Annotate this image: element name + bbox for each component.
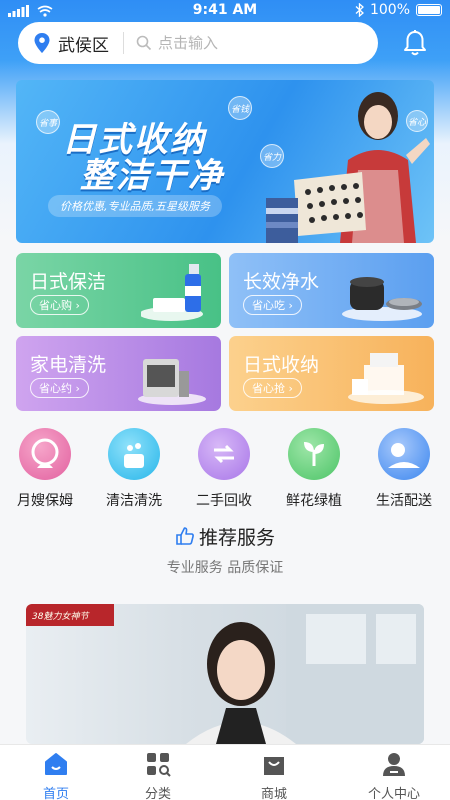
search-bar[interactable]: 武侯区 <box>18 22 378 64</box>
nanny-icon[interactable] <box>19 428 71 480</box>
recommend-subtitle: 专业服务 品质保证 <box>166 560 284 576</box>
cleaning-icon[interactable] <box>108 428 160 480</box>
search-icon <box>136 35 152 51</box>
battery-percent: 100% <box>369 2 410 18</box>
service-label: 月嫂保姆 <box>17 493 73 509</box>
recommend-photo[interactable]: 38魅力女神节 <box>26 604 424 744</box>
category-icon <box>147 753 171 777</box>
location-label[interactable]: 武侯区 <box>58 31 109 56</box>
tab-label: 个人中心 <box>367 787 420 800</box>
service-delivery[interactable]: 生活配送 <box>359 428 449 510</box>
tab-label: 分类 <box>144 787 171 800</box>
tab-label: 首页 <box>42 787 69 800</box>
rice-cooker-icon <box>342 277 422 321</box>
banner-bubble: 省事 <box>36 110 60 134</box>
thumbs-up-icon <box>176 527 194 545</box>
search-divider <box>123 32 124 54</box>
search-input[interactable] <box>158 34 338 52</box>
card-title: 日式保洁 <box>30 271 107 293</box>
card-button[interactable]: 省心约 › <box>30 378 89 398</box>
promo-banner[interactable]: 省事 省钱 省力 省心 <box>16 80 434 243</box>
home-icon <box>45 753 67 775</box>
shopping-bag-icon <box>264 757 284 775</box>
banner-bubble: 省心 <box>406 110 428 132</box>
service-cleaning[interactable]: 清洁清洗 <box>89 428 179 510</box>
card-button[interactable]: 省心购 › <box>30 295 89 315</box>
banner-illustration <box>266 92 430 243</box>
tab-label: 商城 <box>260 787 287 800</box>
card-japanese-cleaning[interactable]: 日式保洁 省心购 › <box>16 253 221 328</box>
banner-bubble: 省钱 <box>228 96 252 120</box>
card-appliance-cleaning[interactable]: 家电清洗 省心约 › <box>16 336 221 411</box>
service-label: 鲜花绿植 <box>286 493 342 509</box>
service-nanny[interactable]: 月嫂保姆 <box>0 428 90 510</box>
plant-icon[interactable] <box>288 428 340 480</box>
banner-bubble: 省力 <box>260 144 284 168</box>
card-title: 家电清洗 <box>30 354 107 376</box>
user-icon <box>383 753 405 776</box>
service-label: 二手回收 <box>196 493 252 509</box>
coffee-machine-icon <box>138 359 206 405</box>
delivery-icon[interactable] <box>378 428 430 480</box>
card-button[interactable]: 省心抢 › <box>243 378 302 398</box>
card-water-purify[interactable]: 长效净水 省心吃 › <box>229 253 434 328</box>
battery-icon <box>416 4 442 16</box>
service-label: 生活配送 <box>376 493 432 509</box>
card-button[interactable]: 省心吃 › <box>243 295 302 315</box>
cleaning-spray-icon <box>141 264 203 321</box>
service-recycle[interactable]: 二手回收 <box>179 428 269 510</box>
card-title: 长效净水 <box>243 271 320 293</box>
recycle-icon[interactable] <box>198 428 250 480</box>
status-bar: 9:41 AM 100% <box>0 0 450 22</box>
status-right: 100% <box>355 2 442 18</box>
banner-title-line2: 整洁干净 <box>80 156 224 196</box>
tab-mall[interactable]: 商城 <box>218 745 330 800</box>
tab-profile[interactable]: 个人中心 <box>338 745 450 800</box>
card-japanese-storage[interactable]: 日式收纳 省心抢 › <box>229 336 434 411</box>
bottom-tab-bar: 首页 分类 商城 个人中心 <box>0 744 450 800</box>
bell-icon[interactable] <box>400 28 430 58</box>
card-title: 日式收纳 <box>243 354 320 376</box>
tab-home[interactable]: 首页 <box>0 745 112 800</box>
service-plants[interactable]: 鲜花绿植 <box>269 428 359 510</box>
tab-category[interactable]: 分类 <box>102 745 214 800</box>
recommend-title: 推荐服务 <box>0 523 450 550</box>
photo-badge: 38魅力女神节 <box>26 604 114 626</box>
location-pin-icon[interactable] <box>34 33 50 53</box>
storage-box-icon <box>348 353 424 404</box>
bluetooth-icon <box>355 3 364 17</box>
service-label: 清洁清洗 <box>106 493 162 509</box>
banner-tagline: 价格优惠,专业品质,五星级服务 <box>48 195 222 217</box>
